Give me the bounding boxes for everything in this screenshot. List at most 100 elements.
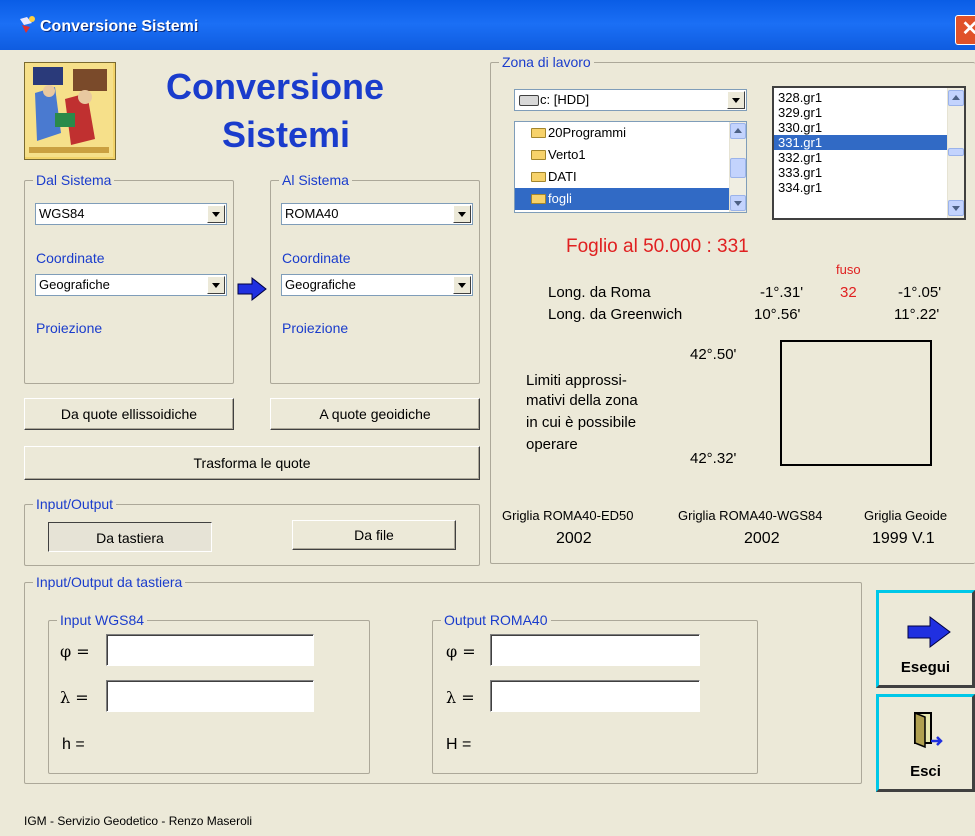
exit-button[interactable]: Esci xyxy=(876,694,975,792)
window-title: Conversione Sistemi xyxy=(40,18,199,35)
to-coord-value: Geografiche xyxy=(285,277,356,292)
file-item[interactable]: 333.gr1 xyxy=(774,165,964,180)
fuso-label: fuso xyxy=(836,262,861,277)
file-item[interactable]: 330.gr1 xyxy=(774,120,964,135)
long-rome-b: -1°.05' xyxy=(898,284,942,301)
grid-name-2: Griglia ROMA40-WGS84 xyxy=(678,508,823,523)
chevron-down-icon[interactable] xyxy=(207,276,225,294)
chevron-down-icon[interactable] xyxy=(453,276,471,294)
scroll-up-icon[interactable] xyxy=(730,123,746,139)
from-system-select[interactable]: WGS84 xyxy=(35,203,227,225)
folder-item-selected[interactable]: fogli xyxy=(515,188,746,210)
chevron-down-icon[interactable] xyxy=(207,205,225,223)
file-item[interactable]: 334.gr1 xyxy=(774,180,964,195)
limits-line-2: mativi della zona xyxy=(526,392,638,409)
door-exit-icon xyxy=(914,711,943,749)
to-coord-select[interactable]: Geografiche xyxy=(281,274,473,296)
file-list[interactable]: 328.gr1 329.gr1 330.gr1 331.gr1 332.gr1 … xyxy=(772,86,966,220)
drive-select[interactable]: c: [HDD] xyxy=(514,89,747,111)
scroll-thumb[interactable] xyxy=(730,158,746,178)
long-gw-a: 10°.56' xyxy=(754,306,801,323)
folder-item[interactable]: DATI xyxy=(515,166,746,188)
output-legend: Output ROMA40 xyxy=(441,612,551,628)
from-coord-label: Coordinate xyxy=(36,250,105,266)
file-item[interactable]: 328.gr1 xyxy=(774,90,964,105)
file-item[interactable]: 329.gr1 xyxy=(774,105,964,120)
grid-version-1: 2002 xyxy=(556,530,592,547)
drive-value: c: [HDD] xyxy=(540,92,590,107)
long-rome-a: -1°.31' xyxy=(760,284,804,301)
workzone-legend: Zona di lavoro xyxy=(499,54,594,70)
to-system-select[interactable]: ROMA40 xyxy=(281,203,473,225)
folder-open-icon xyxy=(531,128,546,138)
folder-open-icon xyxy=(531,172,546,182)
close-icon: ✕ xyxy=(961,18,975,40)
keyboard-input-button[interactable]: Da tastiera xyxy=(48,522,212,552)
arrow-right-icon xyxy=(907,616,951,648)
arrow-right-icon xyxy=(236,276,268,302)
folder-list-scrollbar[interactable] xyxy=(729,122,746,212)
file-item[interactable]: 332.gr1 xyxy=(774,150,964,165)
lat-top: 42°.50' xyxy=(690,346,737,363)
input-lambda-field[interactable] xyxy=(106,680,314,712)
scroll-up-icon[interactable] xyxy=(948,90,964,106)
long-gw-label: Long. da Greenwich xyxy=(548,306,683,323)
main-title-line1: Conversione xyxy=(166,66,385,107)
input-legend: Input WGS84 xyxy=(57,612,148,628)
folder-item[interactable]: 20Programmi xyxy=(515,122,746,144)
output-phi-label: φ = xyxy=(446,642,476,661)
exit-label: Esci xyxy=(910,763,941,780)
sheet-label: Foglio al 50.000 : 331 xyxy=(566,236,749,257)
file-input-button[interactable]: Da file xyxy=(292,520,456,550)
close-button[interactable]: ✕ xyxy=(955,15,975,45)
logo-image xyxy=(24,62,116,160)
fuso-value: 32 xyxy=(840,284,857,301)
folder-open-icon xyxy=(531,150,546,160)
folder-item[interactable]: Verto1 xyxy=(515,144,746,166)
output-phi-field[interactable] xyxy=(490,634,700,666)
input-h-label: h = xyxy=(62,736,85,753)
grid-name-3: Griglia Geoide xyxy=(864,508,948,523)
chevron-down-icon[interactable] xyxy=(453,205,471,223)
from-coord-value: Geografiche xyxy=(39,277,110,292)
zone-box xyxy=(780,340,932,466)
output-lambda-field[interactable] xyxy=(490,680,700,712)
output-H-label: H = xyxy=(446,736,472,753)
to-proj-label: Proiezione xyxy=(282,320,349,336)
io-legend: Input/Output xyxy=(33,496,117,512)
limits-line-1: Limiti approssi- xyxy=(526,372,627,389)
to-heights-button[interactable]: A quote geoidiche xyxy=(270,398,480,430)
limits-line-3: in cui è possibile xyxy=(526,414,637,431)
to-coord-label: Coordinate xyxy=(282,250,351,266)
file-list-scrollbar[interactable] xyxy=(947,88,964,218)
folder-open-icon xyxy=(531,194,546,204)
footer-credits: IGM - Servizio Geodetico - Renzo Maserol… xyxy=(24,814,253,828)
from-system-value: WGS84 xyxy=(39,206,85,221)
limits-line-4: operare xyxy=(526,436,578,453)
keyboard-io-legend: Input/Output da tastiera xyxy=(33,574,186,590)
file-item-selected[interactable]: 331.gr1 xyxy=(774,135,964,150)
app-icon xyxy=(18,15,36,35)
from-heights-button[interactable]: Da quote ellissoidiche xyxy=(24,398,234,430)
transform-heights-button[interactable]: Trasforma le quote xyxy=(24,446,480,480)
to-system-value: ROMA40 xyxy=(285,206,339,221)
long-gw-b: 11°.22' xyxy=(894,306,940,323)
run-label: Esegui xyxy=(900,659,951,676)
folder-list[interactable]: 20Programmi Verto1 DATI fogli xyxy=(514,121,747,213)
run-button[interactable]: Esegui xyxy=(876,590,975,688)
grid-version-2: 2002 xyxy=(744,530,780,547)
chevron-down-icon[interactable] xyxy=(727,91,745,109)
scroll-thumb[interactable] xyxy=(948,148,964,156)
output-lambda-label: λ = xyxy=(446,688,475,707)
grid-name-1: Griglia ROMA40-ED50 xyxy=(502,508,634,523)
input-lambda-label: λ = xyxy=(60,688,89,707)
lat-bottom: 42°.32' xyxy=(690,450,737,467)
scroll-down-icon[interactable] xyxy=(948,200,964,216)
from-coord-select[interactable]: Geografiche xyxy=(35,274,227,296)
from-proj-label: Proiezione xyxy=(36,320,103,336)
main-title-line2: Sistemi xyxy=(222,114,351,155)
from-system-legend: Dal Sistema xyxy=(33,172,115,188)
drive-icon xyxy=(519,95,539,106)
scroll-down-icon[interactable] xyxy=(730,195,746,211)
input-phi-field[interactable] xyxy=(106,634,314,666)
